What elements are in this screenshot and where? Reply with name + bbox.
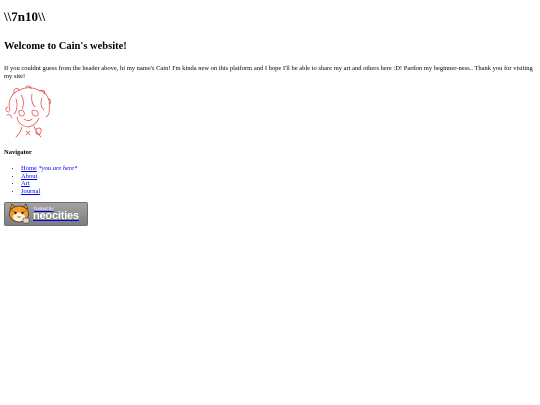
intro-text: If you couldnt guess from the header abo… bbox=[4, 65, 533, 80]
art-link[interactable]: Art bbox=[21, 180, 30, 187]
journal-link[interactable]: Journal bbox=[21, 188, 40, 195]
nav-item-home: Home *you are here* bbox=[21, 165, 536, 173]
site-title: \\7n10\\ bbox=[4, 9, 46, 24]
you-are-here-note: *you are here* bbox=[38, 165, 78, 172]
home-link[interactable]: Home bbox=[21, 165, 37, 172]
about-link[interactable]: About bbox=[21, 173, 37, 180]
nav-item-art: Art bbox=[21, 180, 536, 188]
welcome-heading: Welcome to Cain's website! bbox=[4, 41, 127, 52]
character-drawing bbox=[5, 85, 52, 138]
navigator-heading: Navigator bbox=[4, 149, 32, 156]
neocities-cat-icon bbox=[9, 203, 30, 224]
page: \\7n10\\ Welcome to Cain's website! If y… bbox=[0, 0, 540, 227]
neocities-badge[interactable]: hosted by neocities bbox=[4, 202, 88, 227]
nav-item-journal: Journal bbox=[21, 188, 536, 196]
badge-text: hosted by neocities bbox=[33, 206, 79, 223]
nav-item-about: About bbox=[21, 173, 536, 181]
badge-neocities: neocities bbox=[33, 210, 79, 223]
nav-list: Home *you are here* About Art Journal bbox=[4, 165, 536, 195]
